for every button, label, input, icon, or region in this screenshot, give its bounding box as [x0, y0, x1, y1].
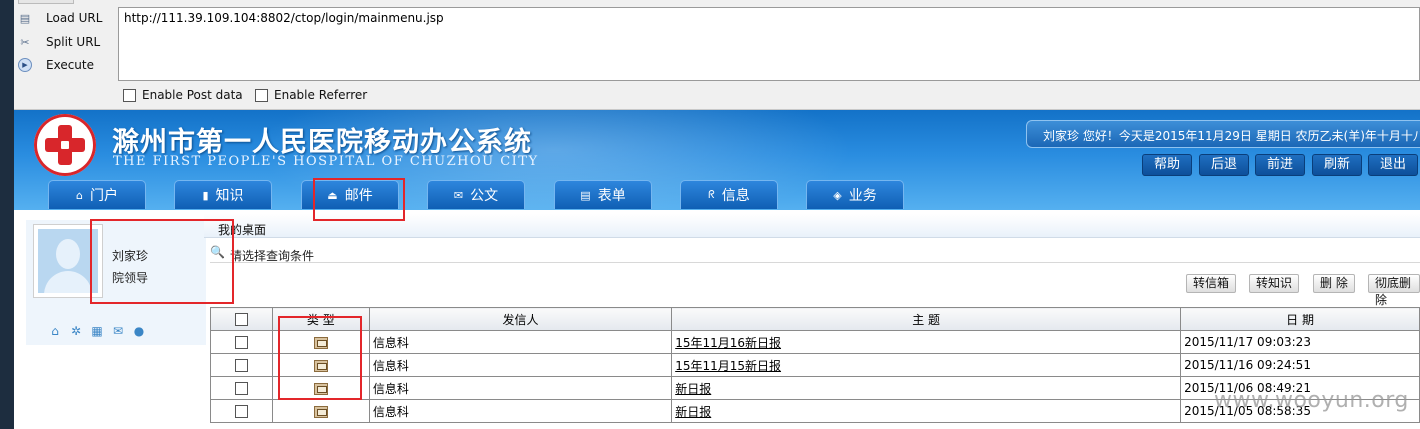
checkbox-box[interactable] [255, 88, 268, 102]
tag-icon: ◈ [833, 188, 842, 202]
user-greeting: 刘家珍 您好！今天是2015年11月29日 星期日 农历乙未(羊)年十月十八 [1026, 120, 1420, 148]
highlight-box-type-column [278, 316, 362, 400]
delete-button[interactable]: 删 除 [1313, 274, 1355, 293]
sender-cell: 信息科 [368, 330, 673, 354]
move-to-mailbox-button[interactable]: 转信箱 [1186, 274, 1237, 293]
home-icon: ⌂ [76, 188, 83, 202]
help-button[interactable]: 帮助 [1142, 154, 1192, 176]
subject-column-header[interactable]: 主 题 [671, 307, 1182, 331]
split-url-icon: ✂ [20, 35, 30, 49]
file-icon: ▤ [580, 188, 591, 202]
book-icon: ▮ [202, 188, 209, 202]
load-url-label: Load URL [46, 11, 103, 25]
refresh-button[interactable]: 刷新 [1312, 154, 1362, 176]
move-to-knowledge-button[interactable]: 转知识 [1249, 274, 1300, 293]
sender-column-header[interactable]: 发信人 [368, 307, 673, 331]
row-checkbox[interactable] [234, 359, 248, 372]
tab-label: 表单 [597, 188, 626, 204]
purge-button[interactable]: 彻底删除 [1368, 274, 1420, 307]
execute-button[interactable]: ▶ Execute [18, 54, 94, 76]
enable-post-data-label: Enable Post data [142, 88, 243, 102]
mail-icon[interactable]: ✉ [111, 324, 125, 338]
checkbox-box[interactable] [123, 88, 136, 102]
tab-label: 公文 [470, 188, 499, 204]
split-url-button[interactable]: ✂ Split URL [18, 31, 100, 53]
table-header-row: 类 型 发信人 主 题 日 期 [210, 307, 1420, 331]
highlight-box-mail-tab [313, 178, 405, 221]
tab-label: 信息 [721, 188, 750, 204]
row-checkbox[interactable] [234, 405, 248, 418]
tab-label: 知识 [215, 188, 244, 204]
home-icon[interactable]: ⌂ [48, 324, 62, 338]
subject-link[interactable]: 15年11月16新日报 [675, 336, 781, 350]
query-condition-label: 请选择查询条件 [230, 249, 315, 263]
date-cell: 2015/11/16 09:24:51 [1180, 353, 1420, 377]
tab-info[interactable]: ᖇ 信息 [680, 180, 778, 209]
tab-label: 门户 [89, 188, 118, 204]
execute-label: Execute [46, 58, 94, 72]
tab-label: 业务 [848, 188, 877, 204]
tab-forms[interactable]: ▤ 表单 [554, 180, 652, 209]
tab-documents[interactable]: ✉ 公文 [427, 180, 525, 209]
table-row[interactable]: 信息科 15年11月16新日报 2015/11/17 09:03:23 [210, 330, 1420, 354]
sender-cell: 信息科 [368, 376, 673, 400]
rss-icon: ᖇ [708, 188, 715, 201]
highlight-box-user-info [90, 219, 234, 304]
back-button[interactable]: 后退 [1199, 154, 1249, 176]
tab-knowledge[interactable]: ▮ 知识 [174, 180, 272, 209]
gear-icon[interactable]: ✲ [69, 324, 83, 338]
subject-link[interactable]: 15年11月15新日报 [675, 359, 781, 373]
enable-referrer-label: Enable Referrer [274, 88, 368, 102]
load-url-button[interactable]: ▤ Load URL [18, 7, 103, 29]
sender-cell: 信息科 [368, 399, 673, 423]
row-checkbox[interactable] [234, 382, 248, 395]
date-column-header[interactable]: 日 期 [1180, 307, 1420, 331]
user-icon[interactable]: ● [132, 324, 146, 338]
hackbar-panel: ▤ Load URL ✂ Split URL ▶ Execute http://… [14, 0, 1420, 110]
hospital-logo-icon [34, 114, 96, 176]
tab-portal[interactable]: ⌂ 门户 [48, 180, 146, 209]
enable-post-data-checkbox[interactable]: Enable Post data [123, 88, 243, 102]
split-url-label: Split URL [46, 35, 101, 49]
watermark: www.wooyun.org [1214, 388, 1409, 413]
load-url-icon: ▤ [19, 11, 31, 25]
table-row[interactable]: 信息科 15年11月15新日报 2015/11/16 09:24:51 [210, 353, 1420, 377]
subject-link[interactable]: 新日报 [675, 405, 711, 419]
envelope-icon: ✉ [453, 188, 464, 202]
url-textarea[interactable]: http://111.39.109.104:8802/ctop/login/ma… [118, 7, 1420, 81]
logout-button[interactable]: 退出 [1368, 154, 1418, 176]
query-condition-row[interactable]: 🔍 请选择查询条件 [210, 245, 1420, 263]
profile-icon-bar: ⌂ ✲ ▦ ✉ ● [48, 324, 146, 338]
app-header: 滁州市第一人民医院移动办公系统 THE FIRST PEOPLE'S HOSPI… [14, 110, 1420, 210]
hackbar-tab[interactable] [18, 0, 74, 4]
select-all-cell[interactable] [210, 307, 273, 331]
browser-side-strip [0, 0, 14, 429]
select-all-checkbox[interactable] [234, 313, 248, 326]
system-title-en: THE FIRST PEOPLE'S HOSPITAL OF CHUZHOU C… [113, 154, 539, 169]
enable-referrer-checkbox[interactable]: Enable Referrer [255, 88, 367, 102]
mail-type-icon [313, 405, 328, 418]
row-checkbox[interactable] [234, 336, 248, 349]
forward-button[interactable]: 前进 [1255, 154, 1305, 176]
execute-icon: ▶ [18, 58, 32, 72]
tab-business[interactable]: ◈ 业务 [806, 180, 904, 209]
sender-cell: 信息科 [368, 353, 673, 377]
subject-link[interactable]: 新日报 [675, 382, 711, 396]
calculator-icon[interactable]: ▦ [90, 324, 104, 338]
date-cell: 2015/11/17 09:03:23 [1180, 330, 1420, 354]
